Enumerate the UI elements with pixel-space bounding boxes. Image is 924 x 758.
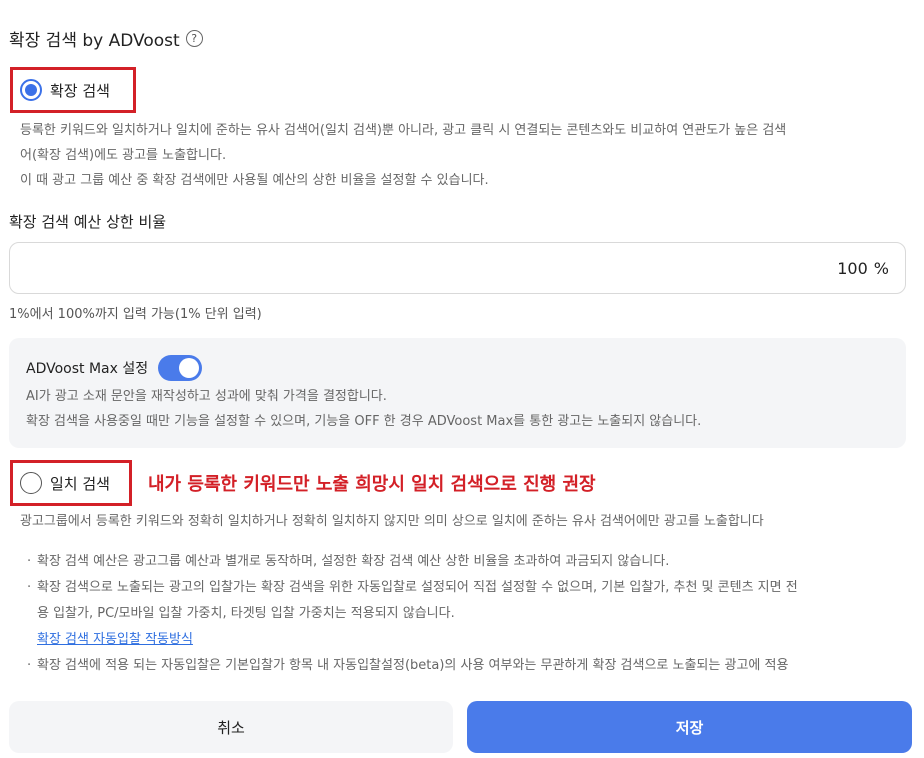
auto-bid-guide-link[interactable]: 확장 검색 자동입찰 작동방식	[27, 627, 907, 653]
advoost-max-toggle[interactable]	[158, 355, 203, 381]
radio-checked-icon[interactable]	[20, 79, 42, 101]
budget-ratio-hint: 1%에서 100%까지 입력 가능(1% 단위 입력)	[9, 307, 262, 322]
notice-list: · 확장 검색 예산은 광고그룹 예산과 별개로 동작하며, 설정한 확장 검색…	[27, 549, 907, 679]
expand-desc-line2: 어(확장 검색)에도 광고를 노출합니다.	[20, 148, 227, 163]
help-icon[interactable]: ?	[185, 30, 203, 47]
expand-search-radio[interactable]: 확장 검색	[20, 79, 110, 101]
advoost-max-description: AI가 광고 소재 문안을 재작성하고 성과에 맞춰 가격을 결정합니다. 확장…	[26, 384, 701, 434]
section-title-text: 확장 검색 by ADVoost	[9, 31, 180, 51]
notice-line: 용 입찰가, PC/모바일 입찰 가중치, 타겟팅 입찰 가중치는 적용되지 않…	[37, 606, 455, 621]
exact-search-radio[interactable]: 일치 검색	[20, 472, 110, 494]
exact-search-label: 일치 검색	[50, 474, 110, 493]
advoost-desc-line1: AI가 광고 소재 문안을 재작성하고 성과에 맞춰 가격을 결정합니다.	[26, 389, 387, 404]
advoost-max-panel: ADVoost Max 설정 AI가 광고 소재 문안을 재작성하고 성과에 맞…	[9, 338, 906, 448]
expand-search-label: 확장 검색	[50, 81, 110, 100]
cancel-button[interactable]: 취소	[9, 701, 453, 753]
advoost-max-label: ADVoost Max 설정	[26, 361, 149, 377]
expand-desc-line1: 등록한 키워드와 일치하거나 일치에 준하는 유사 검색어(일치 검색)뿐 아니…	[20, 123, 787, 138]
footer-bar: 취소 저장	[0, 680, 924, 758]
section-title: 확장 검색 by ADVoost ?	[9, 26, 203, 51]
exact-search-description: 광고그룹에서 등록한 키워드와 정확히 일치하거나 정확히 일치하지 않지만 의…	[20, 514, 764, 529]
budget-ratio-label: 확장 검색 예산 상한 비율	[9, 213, 167, 231]
advoost-max-title: ADVoost Max 설정	[26, 355, 203, 381]
list-item: · 확장 검색으로 노출되는 광고의 입찰가는 확장 검색을 위한 자동입찰로 …	[27, 575, 907, 627]
bullet-dot: ·	[27, 554, 32, 569]
radio-unchecked-icon[interactable]	[20, 472, 42, 494]
budget-ratio-unit: %	[873, 258, 889, 278]
advoost-desc-line2: 확장 검색을 사용중일 때만 기능을 설정할 수 있으며, 기능을 OFF 한 …	[26, 414, 702, 429]
list-item: · 확장 검색에 적용 되는 자동입찰은 기본입찰가 항목 내 자동입찰설정(b…	[27, 653, 907, 679]
bullet-dot: ·	[27, 658, 32, 673]
notice-text: 확장 검색에 적용 되는 자동입찰은 기본입찰가 항목 내 자동입찰설정(bet…	[37, 658, 789, 673]
save-button[interactable]: 저장	[467, 701, 912, 753]
notice-text: 확장 검색 예산은 광고그룹 예산과 별개로 동작하며, 설정한 확장 검색 예…	[37, 554, 670, 569]
list-item: · 확장 검색 예산은 광고그룹 예산과 별개로 동작하며, 설정한 확장 검색…	[27, 549, 907, 575]
notice-text: 확장 검색으로 노출되는 광고의 입찰가는 확장 검색을 위한 자동입찰로 설정…	[37, 575, 798, 627]
notice-line: 확장 검색으로 노출되는 광고의 입찰가는 확장 검색을 위한 자동입찰로 설정…	[37, 580, 798, 595]
expand-search-description: 등록한 키워드와 일치하거나 일치에 준하는 유사 검색어(일치 검색)뿐 아니…	[20, 118, 786, 193]
budget-ratio-value: 100	[837, 258, 868, 278]
bullet-dot: ·	[27, 580, 32, 595]
annotation-note: 내가 등록한 키워드만 노출 희망시 일치 검색으로 진행 권장	[148, 474, 596, 495]
budget-ratio-input[interactable]: 100 %	[9, 242, 906, 294]
expand-desc-line3: 이 때 광고 그룹 예산 중 확장 검색에만 사용될 예산의 상한 비율을 설정…	[20, 173, 489, 188]
